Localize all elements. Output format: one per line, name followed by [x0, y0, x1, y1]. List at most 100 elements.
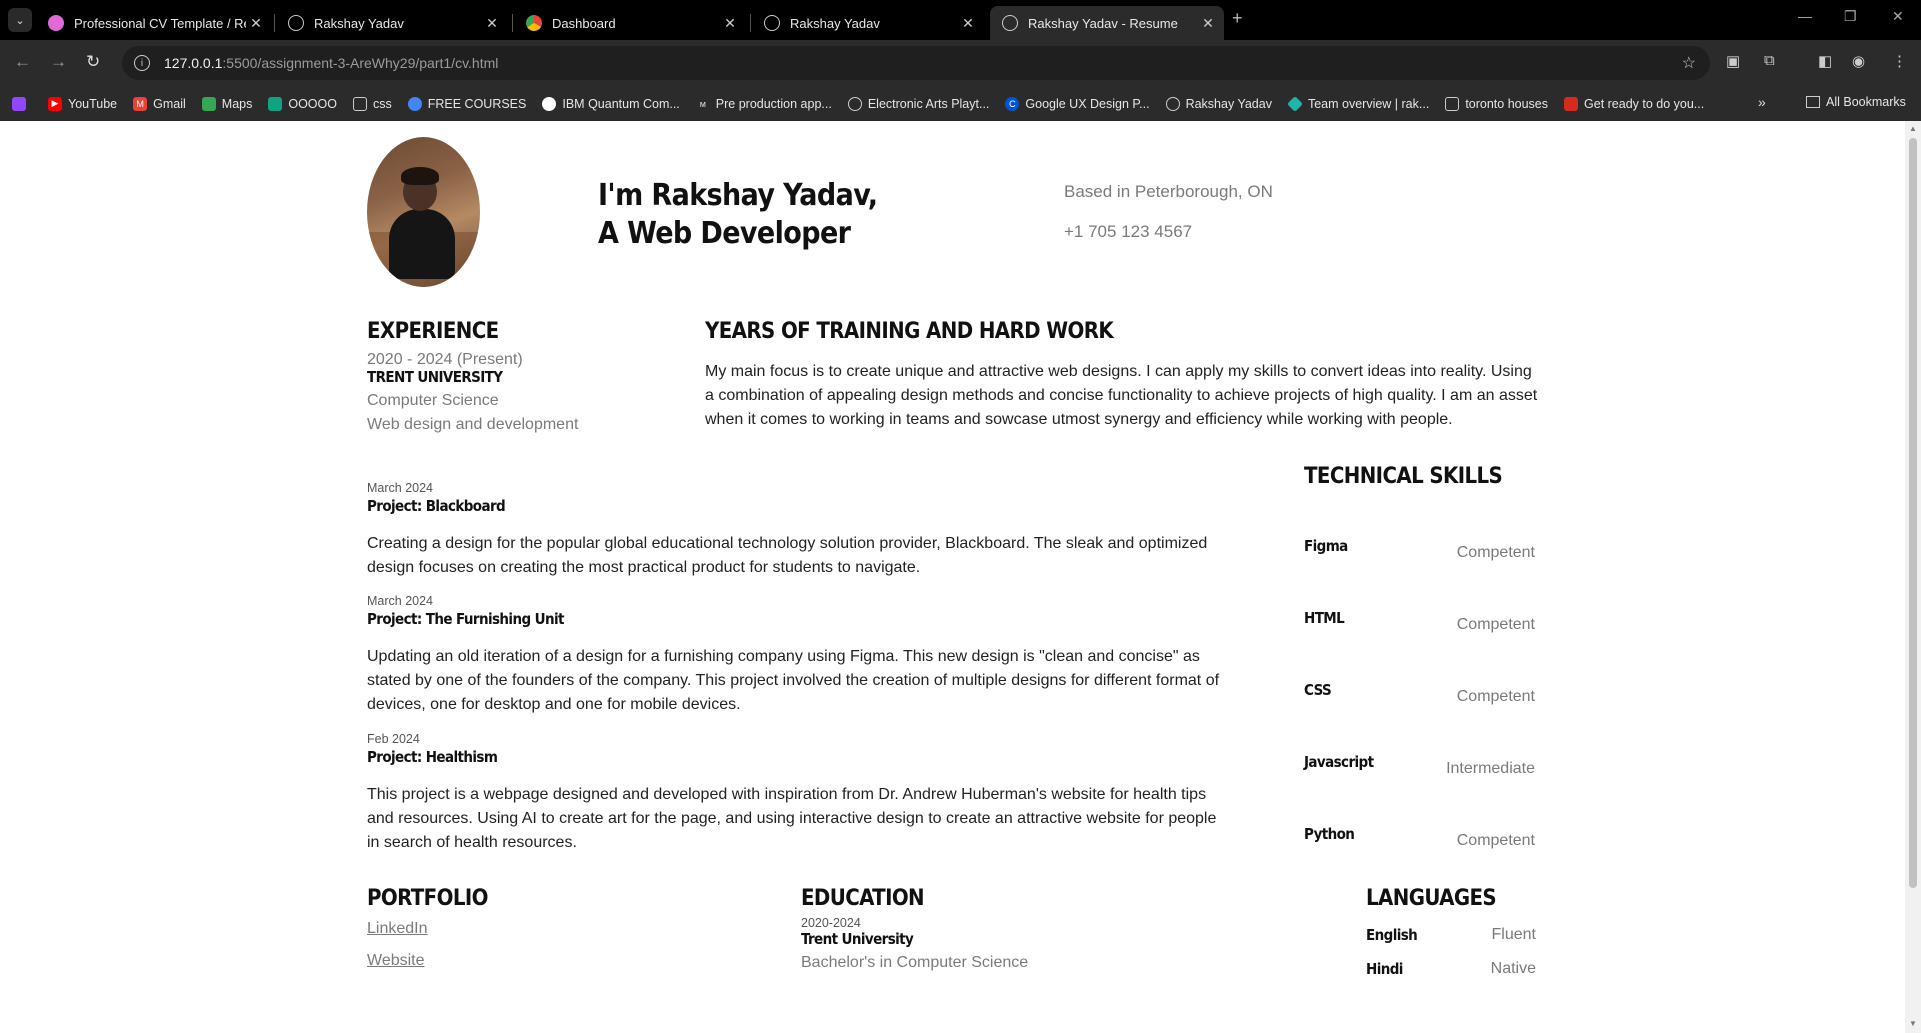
twitch-icon: [12, 96, 26, 111]
page-scrollbar[interactable]: ▲ ▼: [1905, 121, 1921, 1033]
phone-text: +1 705 123 4567: [1064, 222, 1193, 241]
tab-strip: ⌄ Professional CV Template / Res ✕ Raksh…: [0, 0, 1921, 40]
bookmark-rakshay[interactable]: Rakshay Yadav: [1165, 96, 1272, 111]
new-tab-button[interactable]: +: [1232, 8, 1243, 29]
close-icon[interactable]: ✕: [720, 15, 740, 32]
tab-resume-active[interactable]: Rakshay Yadav - Resume ✕: [990, 6, 1224, 40]
tab-label: Professional CV Template / Res: [74, 15, 246, 31]
bookmark-star-icon[interactable]: ☆: [1682, 53, 1696, 73]
ibm-icon: [542, 96, 557, 111]
close-icon[interactable]: ✕: [246, 15, 266, 32]
bookmark-gmail[interactable]: M Gmail: [133, 96, 186, 111]
back-arrow-icon[interactable]: ←: [14, 52, 31, 72]
tab-search-button[interactable]: ⌄: [8, 8, 32, 32]
google-icon: [407, 96, 422, 111]
bookmark-label: YouTube: [68, 96, 118, 111]
chrome-icon: [526, 15, 542, 31]
cv-page: I'm Rakshay Yadav, A Web Developer Based…: [0, 121, 1905, 1033]
restore-icon[interactable]: ❐: [1844, 8, 1857, 25]
forward-arrow-icon[interactable]: →: [50, 52, 67, 72]
puzzle-icon[interactable]: ⧉: [1764, 52, 1775, 69]
skill-level: Competent: [1456, 688, 1535, 705]
project-title: Project: Healthism: [367, 748, 498, 766]
bookmark-google-ux[interactable]: C Google UX Design P...: [1005, 96, 1150, 111]
project-date: Feb 2024: [367, 732, 420, 746]
bookmark-maps[interactable]: Maps: [201, 96, 252, 111]
scrollbar-thumb[interactable]: [1909, 138, 1917, 888]
skill-level: Competent: [1456, 832, 1535, 849]
skill-name: HTML: [1304, 609, 1345, 627]
education-degree: Bachelor's in Computer Science: [801, 954, 1029, 971]
project-title: Project: Blackboard: [367, 497, 506, 515]
bookmark-label: Electronic Arts Playt...: [867, 96, 990, 111]
bookmark-css[interactable]: css: [352, 96, 392, 111]
bookmark-label: css: [372, 96, 392, 111]
openai-icon: [268, 96, 283, 111]
experience-focus: Web design and development: [367, 416, 579, 433]
bookmark-label: FREE COURSES: [427, 96, 527, 111]
globe-icon: [764, 15, 780, 31]
website-link[interactable]: Website: [367, 952, 425, 970]
skill-name: Python: [1304, 825, 1355, 843]
location-text: Based in Peterborough, ON: [1064, 182, 1273, 201]
bookmark-toronto-houses[interactable]: toronto houses: [1445, 96, 1549, 111]
minimize-icon[interactable]: —: [1798, 8, 1812, 24]
folder-icon: [1806, 96, 1820, 108]
url-text: 127.0.0.1:5500/assignment-3-AreWhy29/par…: [164, 55, 498, 71]
bookmark-team-overview[interactable]: Team overview | rak...: [1287, 95, 1430, 112]
globe-icon: [847, 96, 862, 111]
intro-heading: I'm Rakshay Yadav, A Web Developer: [598, 177, 878, 253]
bookmark-ea[interactable]: Electronic Arts Playt...: [847, 96, 990, 111]
gmail-icon: M: [133, 96, 148, 111]
language-level: Native: [1490, 960, 1536, 977]
folder-icon: [352, 96, 367, 111]
bookmark-label: toronto houses: [1465, 96, 1549, 111]
all-bookmarks-button[interactable]: All Bookmarks: [1806, 95, 1906, 109]
about-heading: YEARS OF TRAINING AND HARD WORK: [705, 319, 1114, 344]
bookmark-youtube[interactable]: ▶ YouTube: [48, 96, 118, 111]
language-level: Fluent: [1491, 926, 1536, 943]
bookmark-pre-production[interactable]: м Pre production app...: [696, 97, 832, 111]
twitch-bookmark[interactable]: [12, 96, 32, 111]
profile-avatar-icon[interactable]: ◉: [1852, 52, 1865, 70]
project-date: March 2024: [367, 594, 434, 608]
bookmark-ibm[interactable]: IBM Quantum Com...: [542, 96, 680, 111]
tab-dashboard[interactable]: Dashboard ✕: [514, 6, 746, 40]
education-heading: EDUCATION: [801, 886, 925, 911]
skill-level: Intermediate: [1446, 760, 1535, 777]
figma-icon: [48, 15, 64, 31]
project-title: Project: The Furnishing Unit: [367, 610, 564, 628]
bookmark-free-courses[interactable]: FREE COURSES: [407, 96, 527, 111]
url-host: 127.0.0.1: [164, 55, 223, 71]
window-close-icon[interactable]: ✕: [1892, 8, 1904, 25]
close-icon[interactable]: ✕: [958, 15, 978, 32]
linkedin-link[interactable]: LinkedIn: [367, 920, 428, 938]
bookmark-label: Team overview | rak...: [1307, 96, 1430, 111]
tab-rakshay-1[interactable]: Rakshay Yadav ✕: [276, 6, 508, 40]
kebab-menu-icon[interactable]: ⋮: [1892, 52, 1907, 70]
side-panel-icon[interactable]: ◧: [1818, 52, 1832, 70]
tab-cv-template[interactable]: Professional CV Template / Res ✕: [36, 6, 272, 40]
reload-icon[interactable]: ↻: [86, 52, 100, 72]
tab-rakshay-2[interactable]: Rakshay Yadav ✕: [752, 6, 984, 40]
about-text: My main focus is to create unique and at…: [705, 363, 1538, 428]
bookmark-label: Pre production app...: [715, 96, 832, 111]
bookmark-label: Google UX Design P...: [1025, 96, 1150, 111]
skill-name: Figma: [1304, 537, 1348, 555]
languages-heading: LANGUAGES: [1366, 886, 1497, 911]
close-icon[interactable]: ✕: [482, 15, 502, 32]
bookmark-get-ready[interactable]: Get ready to do you...: [1564, 96, 1704, 111]
scroll-down-icon[interactable]: ▼: [1909, 1019, 1917, 1028]
bookmark-openai[interactable]: OOOOO: [268, 96, 337, 111]
page-viewport: I'm Rakshay Yadav, A Web Developer Based…: [0, 121, 1905, 1033]
address-bar[interactable]: i 127.0.0.1:5500/assignment-3-AreWhy29/p…: [122, 46, 1710, 80]
bookmarks-overflow-button[interactable]: »: [1758, 94, 1766, 110]
project-description: Creating a design for the popular global…: [367, 535, 1208, 576]
experience-heading: EXPERIENCE: [367, 319, 499, 344]
extension-icon[interactable]: ▣: [1726, 52, 1740, 70]
scroll-up-icon[interactable]: ▲: [1909, 124, 1917, 133]
bookmark-label: Rakshay Yadav: [1185, 96, 1272, 111]
site-info-icon[interactable]: i: [134, 55, 150, 71]
close-icon[interactable]: ✕: [1198, 15, 1218, 32]
intro-line-2: A Web Developer: [598, 216, 851, 251]
